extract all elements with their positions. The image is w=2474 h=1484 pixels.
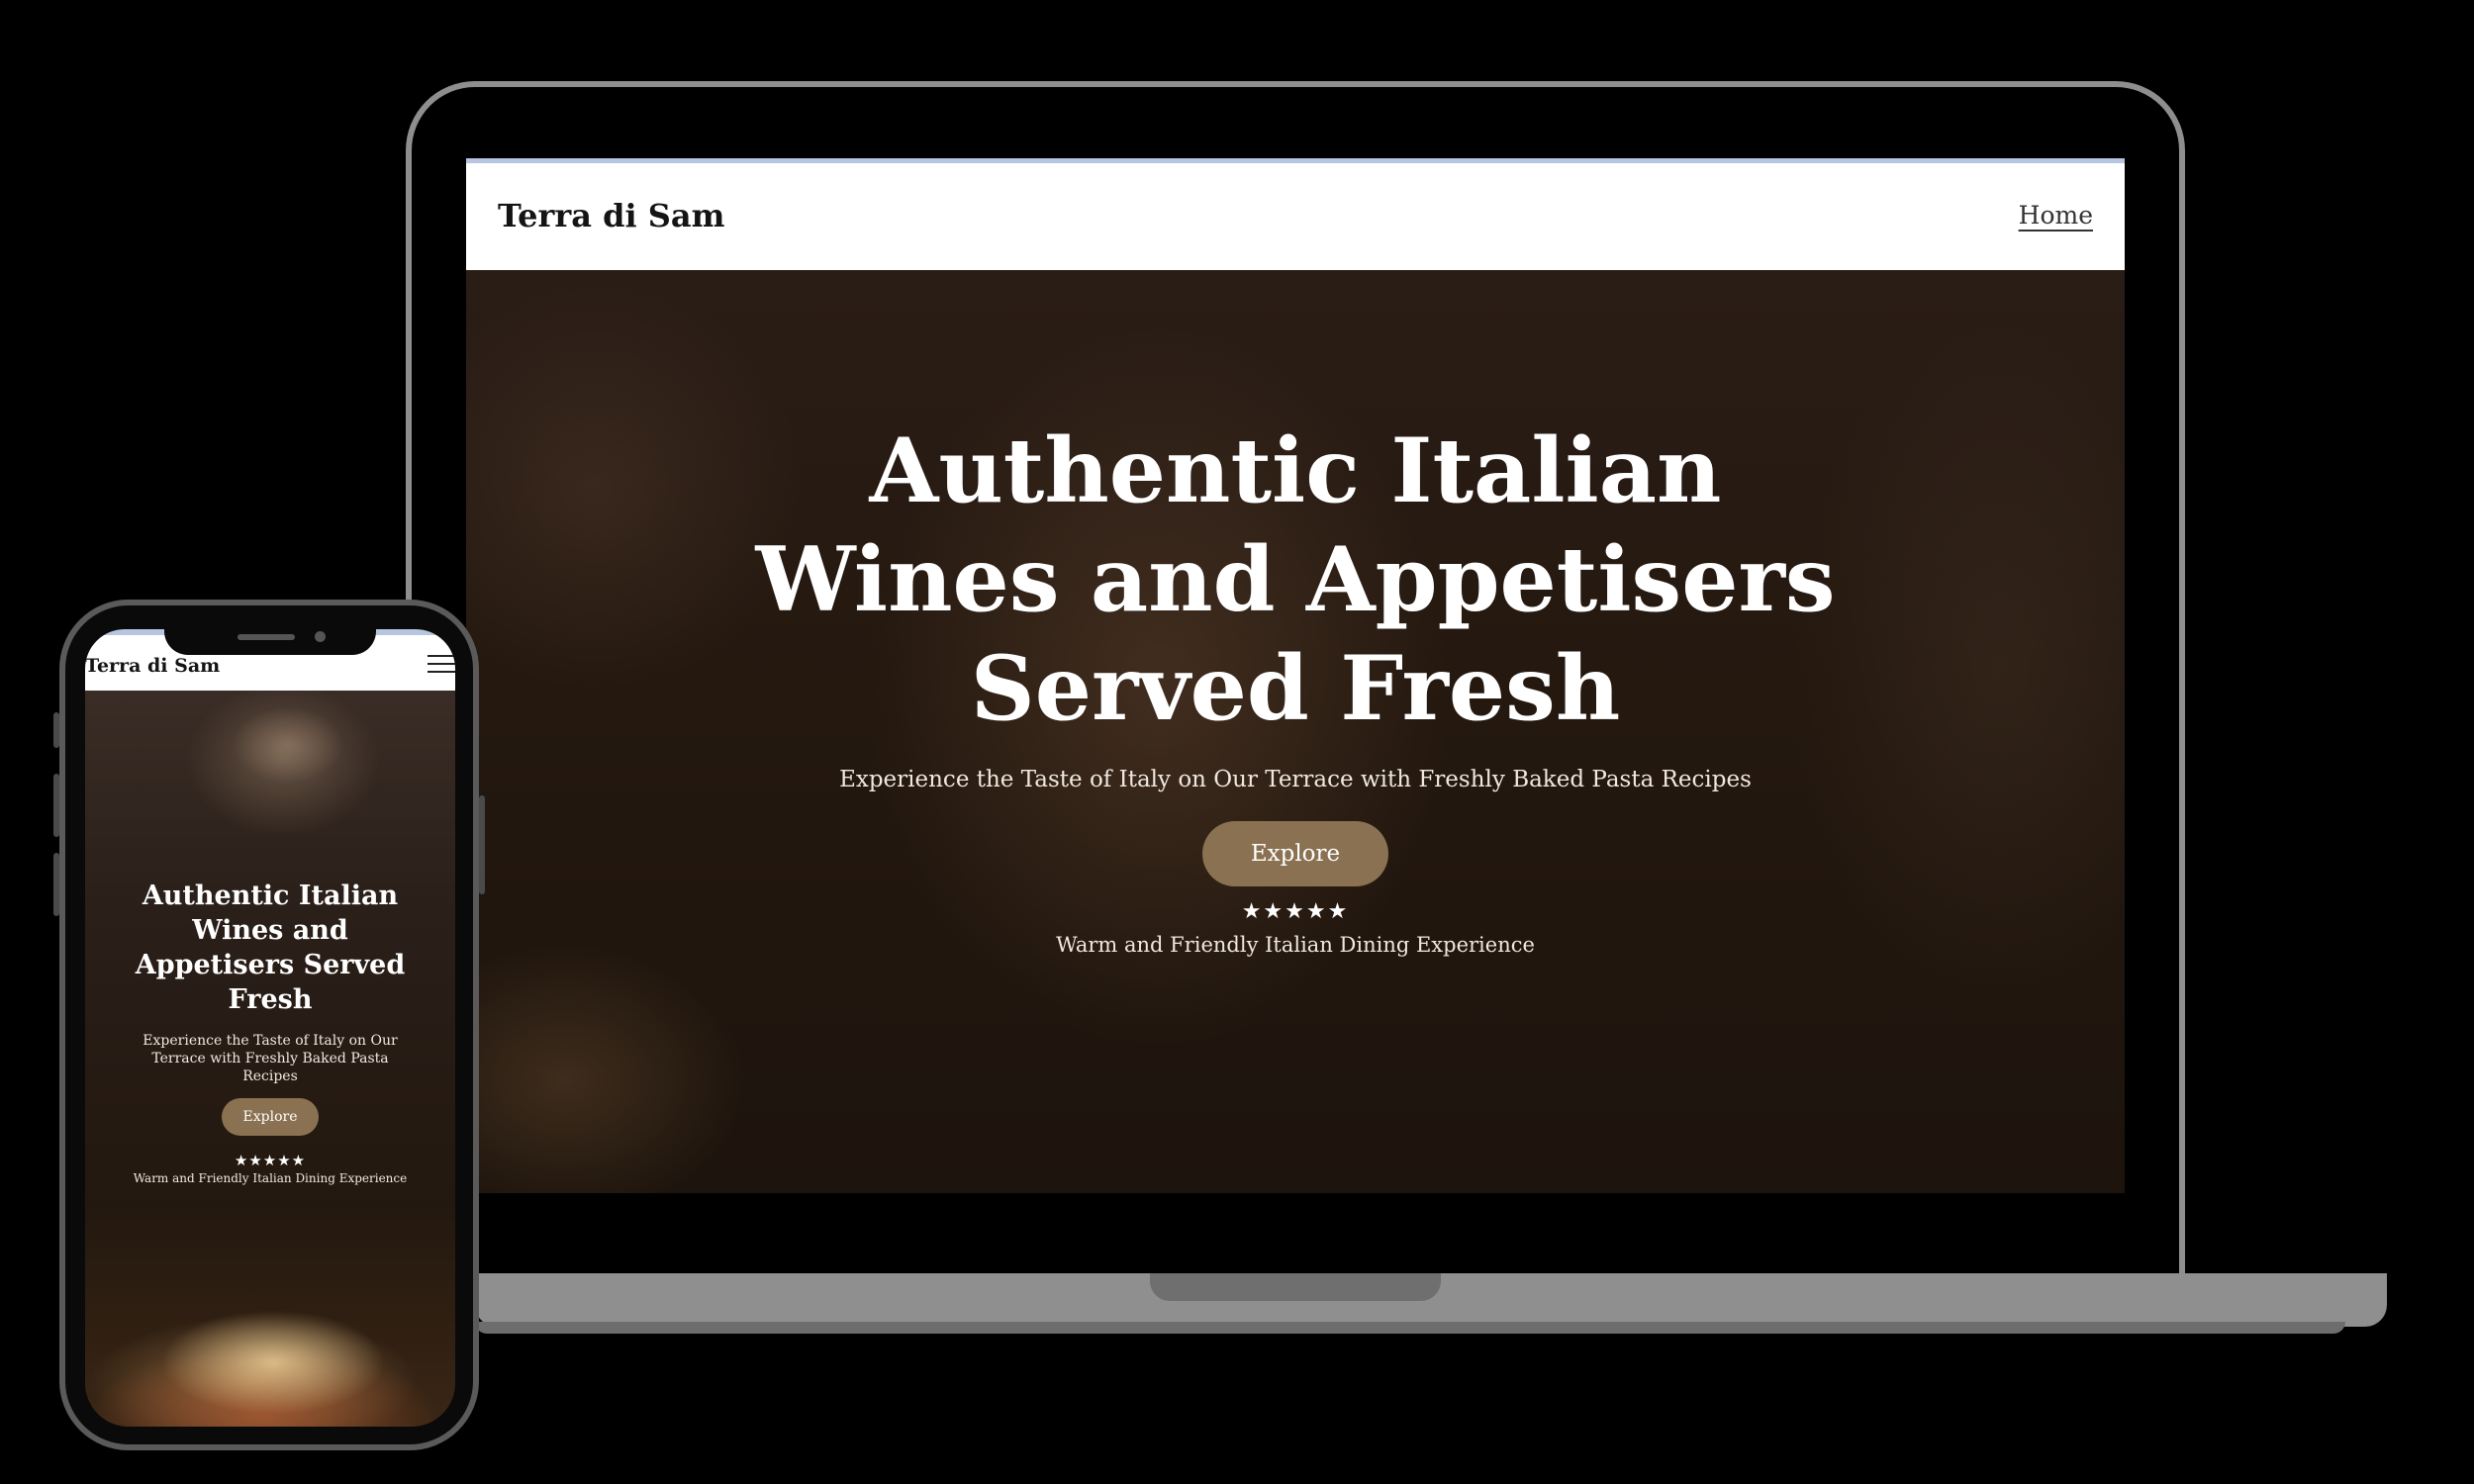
hero-title: Authentic Italian Wines and Appetisers S… (466, 417, 2125, 743)
laptop-trackpad-notch (1150, 1273, 1441, 1301)
phone-side-button (479, 795, 485, 894)
brand-logo-text[interactable]: Terra di Sam (498, 197, 724, 234)
phone-side-button (53, 853, 59, 916)
pasta-image (85, 1308, 455, 1427)
laptop-base-shadow (475, 1322, 2345, 1334)
phone-side-button (53, 774, 59, 837)
mobile-hero-title: Authentic Italian Wines and Appetisers S… (85, 879, 455, 1017)
hero-subtitle-line: Terrace with Freshly Baked Pasta Recipes (151, 1051, 389, 1084)
hero-subtitle-line: Experience the Taste of Italy on Our (143, 1033, 398, 1049)
hero-background-image (204, 700, 372, 799)
explore-button[interactable]: Explore (222, 1098, 319, 1136)
mobile-hero-subtitle: Experience the Taste of Italy on Our Ter… (125, 1032, 416, 1085)
device-mockup-stage: Terra di Sam Home Authentic Italian Wine… (0, 0, 2474, 1484)
nav-link-home[interactable]: Home (2019, 201, 2093, 230)
explore-button[interactable]: Explore (1202, 821, 1388, 886)
brand-logo-text[interactable]: Terra di Sam (85, 655, 220, 677)
star-rating-icon: ★★★★★ (234, 1152, 307, 1169)
phone-camera (315, 631, 326, 642)
phone-screen: Terra di Sam Authentic Italian Wines and… (85, 629, 455, 1427)
hero-content: Authentic Italian Wines and Appetisers S… (466, 270, 2125, 1193)
hero-title-line: Authentic Italian (142, 881, 399, 911)
hero-title-line: Served Fresh (970, 636, 1621, 741)
star-rating-icon: ★★★★★ (1241, 899, 1350, 924)
hamburger-menu-icon[interactable] (428, 653, 455, 675)
hero-section: Authentic Italian Wines and Appetisers S… (466, 270, 2125, 1193)
phone-speaker (238, 634, 295, 640)
navbar: Terra di Sam Home (466, 163, 2125, 270)
hero-subtitle: Experience the Taste of Italy on Our Ter… (839, 767, 1752, 792)
laptop-screen: Terra di Sam Home Authentic Italian Wine… (466, 158, 2125, 1193)
hero-title-line: Wines and (192, 915, 348, 946)
hero-title-line: Fresh (228, 984, 313, 1015)
hero-title-line: Authentic Italian (869, 418, 1722, 523)
mobile-hero-section: Authentic Italian Wines and Appetisers S… (85, 691, 455, 1427)
hero-title-line: Appetisers Served (135, 950, 406, 980)
mobile-hero-tagline: Warm and Friendly Italian Dining Experie… (133, 1171, 408, 1185)
phone-side-button (53, 712, 59, 748)
hero-tagline: Warm and Friendly Italian Dining Experie… (1056, 933, 1535, 957)
hero-title-line: Wines and Appetisers (755, 527, 1836, 632)
